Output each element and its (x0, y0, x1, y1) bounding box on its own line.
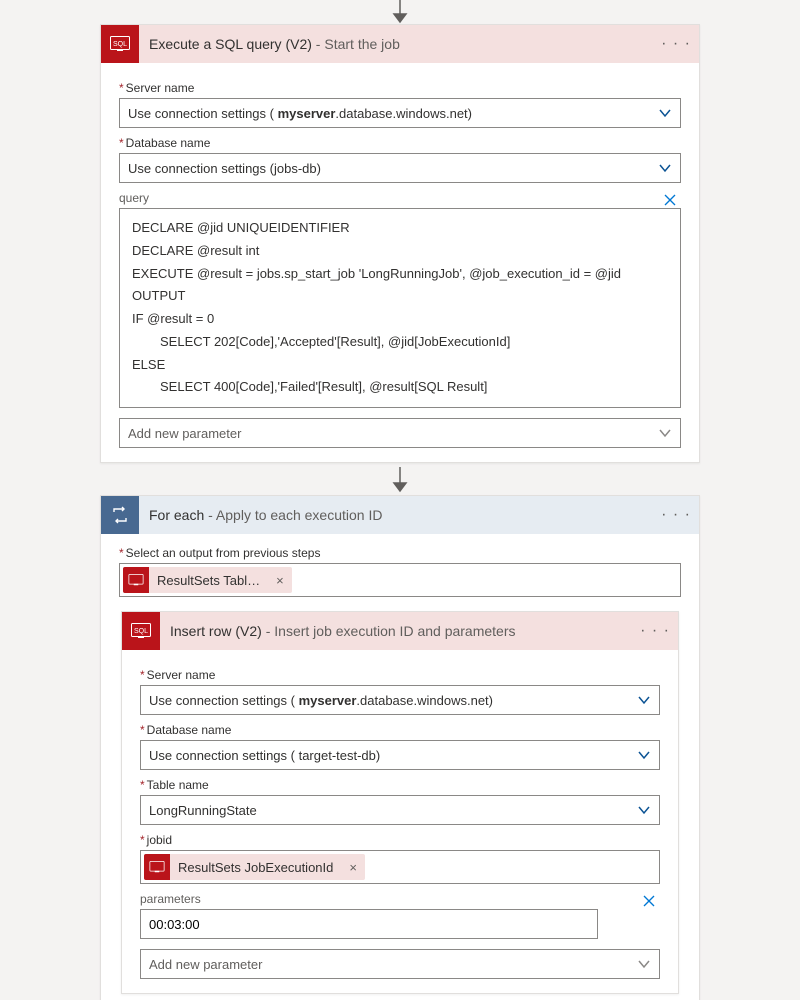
field-label: *jobid (140, 833, 660, 847)
select-value: LongRunningState (149, 803, 257, 818)
field-database-name: *Database name Use connection settings (… (140, 723, 660, 770)
chevron-down-icon (637, 957, 651, 971)
field-database-name: *Database name Use connection settings (… (119, 136, 681, 183)
card-title: Insert row (V2) - Insert job execution I… (160, 623, 640, 639)
field-select-output: *Select an output from previous steps Re… (119, 546, 681, 597)
field-label: *Select an output from previous steps (119, 546, 681, 560)
field-query: query DECLARE @jid UNIQUEIDENTIFIER DECL… (119, 191, 681, 408)
chevron-down-icon (637, 693, 651, 707)
chevron-down-icon (637, 803, 651, 817)
token-resultsets-table[interactable]: ResultSets Tabl… × (123, 567, 292, 593)
flow-arrow-mid (100, 463, 700, 495)
card-title: For each - Apply to each execution ID (139, 507, 661, 523)
sql-icon: SQL (122, 612, 160, 650)
sql-icon: SQL (101, 25, 139, 63)
designer-canvas: SQL Execute a SQL query (V2) - Start the… (0, 0, 800, 1000)
add-parameter-label: Add new parameter (149, 957, 262, 972)
select-value: Use connection settings ( myserver.datab… (128, 106, 472, 121)
card-header[interactable]: SQL Execute a SQL query (V2) - Start the… (101, 25, 699, 63)
chevron-down-icon (637, 748, 651, 762)
svg-text:SQL: SQL (134, 628, 148, 635)
foreach-icon (101, 496, 139, 534)
clear-query-button[interactable] (659, 193, 681, 207)
field-label: *Server name (119, 81, 681, 95)
server-name-select[interactable]: Use connection settings ( myserver.datab… (119, 98, 681, 128)
chevron-down-icon (658, 426, 672, 440)
card-menu-button[interactable]: · · · (661, 506, 691, 524)
field-label: parameters (140, 892, 201, 906)
server-name-select[interactable]: Use connection settings ( myserver.datab… (140, 685, 660, 715)
field-label: *Table name (140, 778, 660, 792)
database-name-select[interactable]: Use connection settings ( target-test-db… (140, 740, 660, 770)
chevron-down-icon (658, 161, 672, 175)
sql-icon (123, 567, 149, 593)
step-insert-row: SQL Insert row (V2) - Insert job executi… (121, 611, 679, 994)
flow-arrow-top (100, 0, 700, 24)
field-label: *Database name (119, 136, 681, 150)
token-remove-button[interactable]: × (341, 860, 365, 875)
card-title: Execute a SQL query (V2) - Start the job (139, 36, 661, 52)
card-body: *Server name Use connection settings ( m… (122, 650, 678, 993)
query-textarea[interactable]: DECLARE @jid UNIQUEIDENTIFIER DECLARE @r… (119, 208, 681, 408)
svg-text:SQL: SQL (113, 41, 127, 48)
parameters-input[interactable] (140, 909, 598, 939)
database-name-select[interactable]: Use connection settings (jobs-db) (119, 153, 681, 183)
chevron-down-icon (658, 106, 672, 120)
field-jobid: *jobid ResultSets JobExecutionId × (140, 833, 660, 884)
field-label: query (119, 191, 149, 205)
select-value: Use connection settings (jobs-db) (128, 161, 321, 176)
table-name-select[interactable]: LongRunningState (140, 795, 660, 825)
field-table-name: *Table name LongRunningState (140, 778, 660, 825)
token-label: ResultSets Tabl… (149, 573, 268, 588)
add-parameter-select[interactable]: Add new parameter (140, 949, 660, 979)
field-server-name: *Server name Use connection settings ( m… (119, 81, 681, 128)
step-execute-sql: SQL Execute a SQL query (V2) - Start the… (100, 24, 700, 463)
field-parameters: parameters (140, 892, 660, 939)
token-remove-button[interactable]: × (268, 573, 292, 588)
jobid-input[interactable]: ResultSets JobExecutionId × (140, 850, 660, 884)
token-job-execution-id[interactable]: ResultSets JobExecutionId × (144, 854, 365, 880)
sql-icon (144, 854, 170, 880)
card-body: *Server name Use connection settings ( m… (101, 63, 699, 462)
step-foreach: For each - Apply to each execution ID · … (100, 495, 700, 1000)
add-parameter-select[interactable]: Add new parameter (119, 418, 681, 448)
parameters-text[interactable] (149, 911, 589, 938)
clear-parameters-button[interactable] (638, 894, 660, 908)
add-parameter-label: Add new parameter (128, 426, 241, 441)
card-header[interactable]: SQL Insert row (V2) - Insert job executi… (122, 612, 678, 650)
select-value: Use connection settings ( target-test-db… (149, 748, 380, 763)
arrow-down-icon (390, 0, 410, 24)
card-body: *Select an output from previous steps Re… (101, 534, 699, 1000)
card-header[interactable]: For each - Apply to each execution ID · … (101, 496, 699, 534)
arrow-down-icon (390, 467, 410, 493)
field-label: *Database name (140, 723, 660, 737)
select-value: Use connection settings ( myserver.datab… (149, 693, 493, 708)
token-label: ResultSets JobExecutionId (170, 860, 341, 875)
select-output-input[interactable]: ResultSets Tabl… × (119, 563, 681, 597)
field-server-name: *Server name Use connection settings ( m… (140, 668, 660, 715)
field-label: *Server name (140, 668, 660, 682)
card-menu-button[interactable]: · · · (640, 622, 670, 640)
card-menu-button[interactable]: · · · (661, 35, 691, 53)
